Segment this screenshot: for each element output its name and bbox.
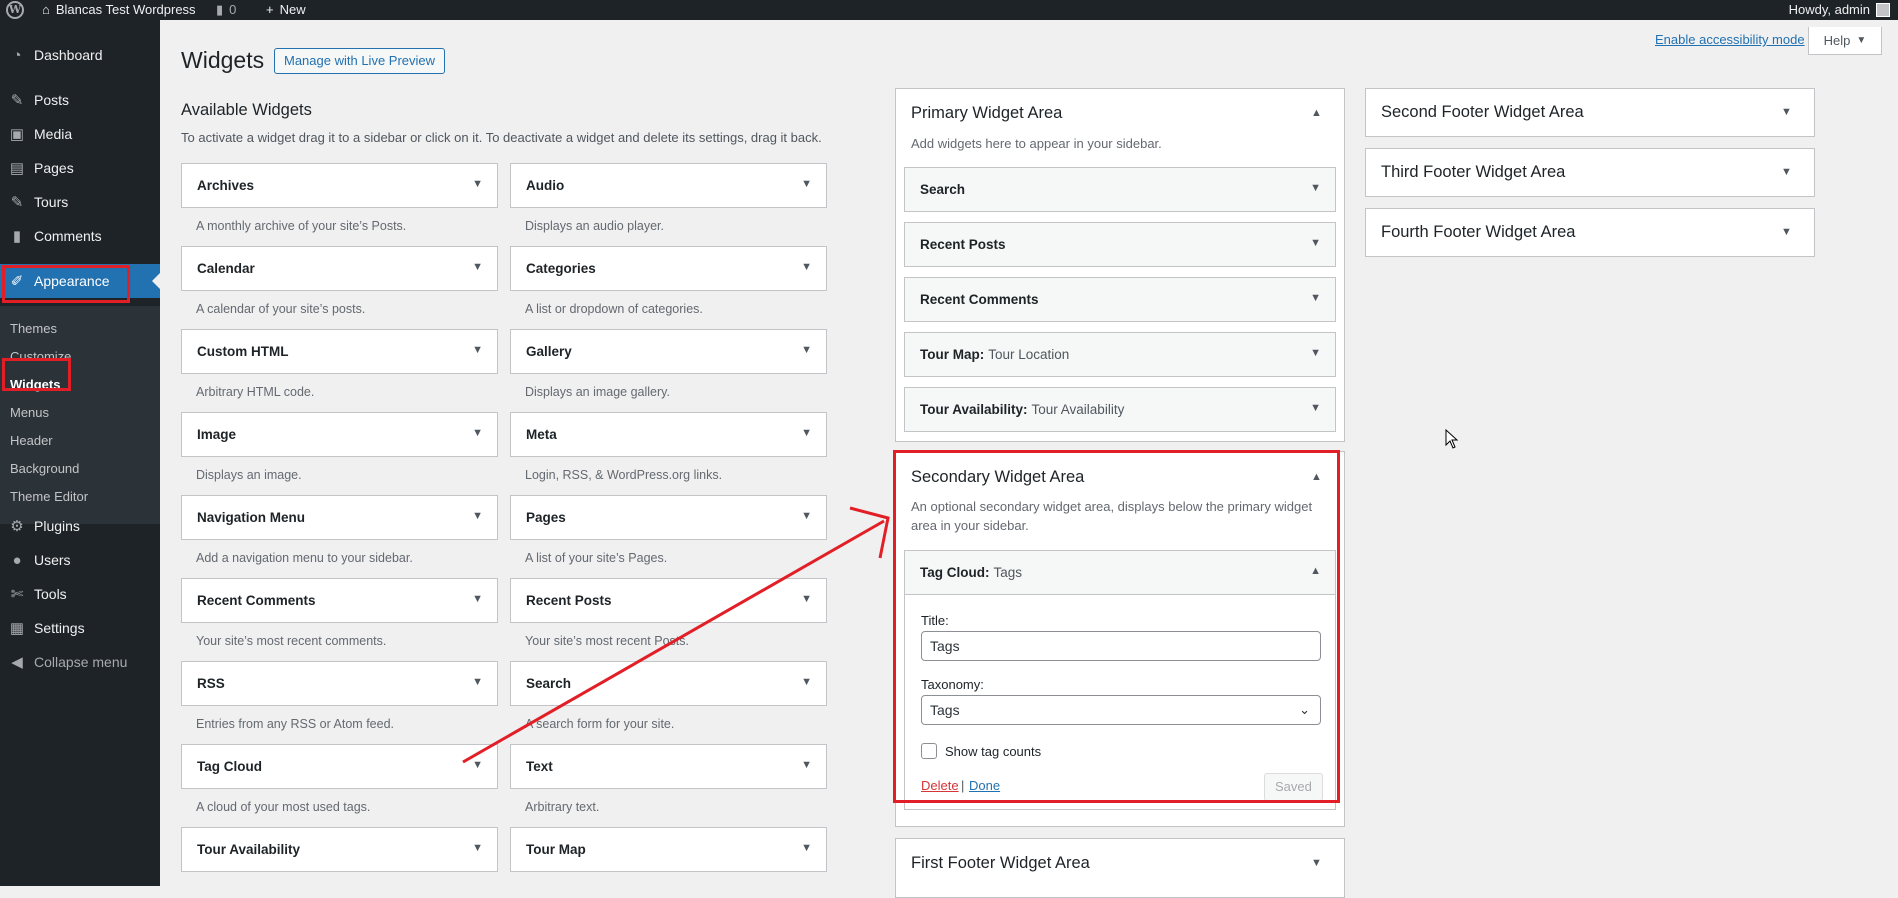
mouse-cursor-icon [1445, 429, 1459, 449]
arrow-head [849, 506, 890, 559]
arrow-line [462, 519, 885, 764]
annotation-arrow [462, 506, 890, 764]
